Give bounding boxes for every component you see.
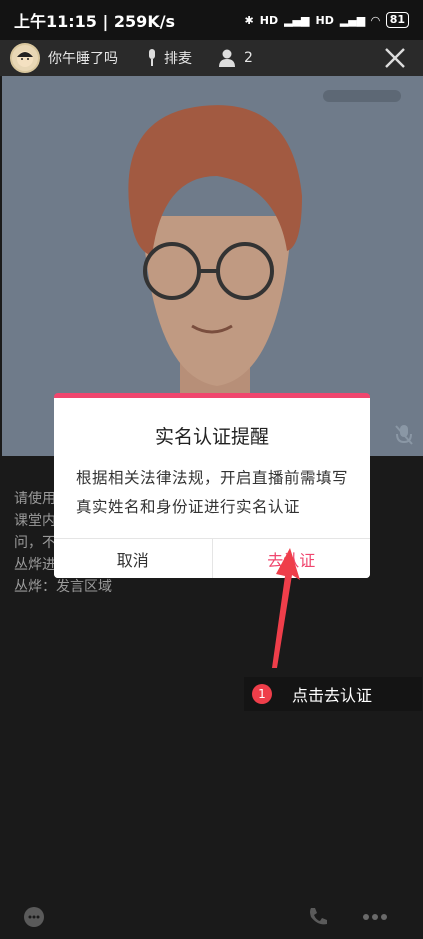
microphone-icon — [149, 49, 155, 66]
signal-icon-2: ▂▄▆ — [339, 13, 366, 27]
tip-text: 点击去认证 — [292, 686, 373, 705]
room-name: 你午睡了吗 — [48, 51, 118, 67]
video-badge — [323, 90, 401, 102]
cancel-button[interactable]: 取消 — [54, 539, 213, 578]
dialog-message: 根据相关法律法规，开启直播前需填写真实姓名和身份证进行实名认证 — [76, 469, 349, 516]
verify-button[interactable]: 去认证 — [212, 539, 370, 578]
more-icon[interactable] — [362, 912, 388, 922]
status-icons: ✱ HD ▂▄▆ HD ▂▄▆ ◠ 81 — [245, 12, 409, 28]
tutorial-tip: 1 点击去认证 — [244, 677, 422, 711]
signal-icon: ▂▄▆ — [284, 13, 310, 27]
dialog-title: 实名认证提醒 — [154, 426, 269, 448]
phone-call-icon[interactable] — [306, 905, 330, 929]
signal-hd-label-2: HD — [315, 13, 334, 27]
verification-dialog: 实名认证提醒 根据相关法律法规，开启直播前需填写真实姓名和身份证进行实名认证 取… — [54, 393, 370, 578]
avatar[interactable] — [10, 43, 40, 73]
status-bar: 上午11:15 | 259K/s ✱ HD ▂▄▆ HD ▂▄▆ ◠ 81 — [0, 0, 423, 40]
viewer-count-value: 2 — [244, 50, 253, 66]
close-icon[interactable] — [383, 46, 407, 70]
bluetooth-icon: ✱ — [244, 13, 254, 27]
queue-label: 排麦 — [164, 51, 192, 67]
room-top-bar: 你午睡了吗 排麦 2 — [0, 40, 423, 76]
queue-button[interactable]: 排麦 — [146, 48, 192, 68]
status-time-speed: 上午11:15 | 259K/s — [14, 12, 176, 31]
battery-icon: 81 — [385, 12, 409, 28]
viewer-count[interactable]: 2 — [218, 49, 253, 67]
dialog-buttons: 取消 去认证 — [54, 538, 370, 578]
step-number-badge: 1 — [252, 684, 272, 704]
chat-line: 丛烨：发言区域 — [14, 579, 112, 595]
signal-hd-label: HD — [259, 13, 279, 27]
wifi-icon: ◠ — [371, 13, 380, 27]
cartoon-avatar-icon — [17, 51, 33, 67]
person-icon — [219, 49, 235, 67]
mic-muted-icon — [395, 425, 413, 445]
chat-bubble-icon[interactable] — [22, 905, 46, 929]
